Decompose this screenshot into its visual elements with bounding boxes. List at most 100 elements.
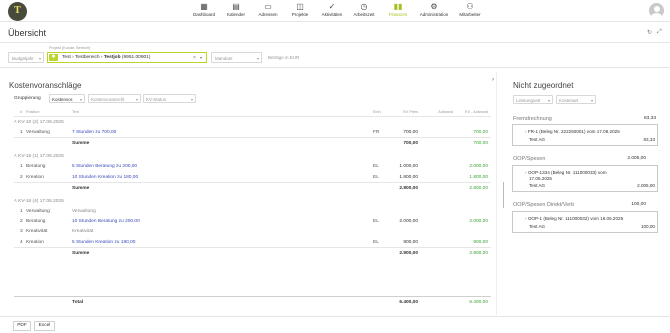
nav-dashboard[interactable]: ▦ Dashboard bbox=[186, 2, 222, 17]
nav-finanzen[interactable]: ▮▮ Finanzen bbox=[380, 2, 416, 17]
grouping-select-2[interactable]: Kostenvoranschl. ▾ bbox=[88, 94, 141, 103]
col-header-position: Position bbox=[26, 110, 40, 114]
service-type-select[interactable]: Leistungsart ▾ bbox=[513, 95, 553, 104]
grouping-select-3[interactable]: KV-Status ▾ bbox=[143, 94, 196, 103]
row-text-link[interactable]: 5 Stunden Beratung zu 200,00 bbox=[72, 164, 137, 169]
sum-price: 700,00 bbox=[403, 141, 418, 146]
entry-title: › OOP-1334 (Beleg Nr. 111000033) vom bbox=[525, 170, 607, 175]
row-position: Beratung bbox=[26, 219, 46, 224]
section-amount: 100,00 bbox=[631, 202, 646, 207]
gear-icon: ⚙ bbox=[430, 2, 438, 11]
divider bbox=[14, 182, 491, 183]
refresh-icon[interactable]: ↻ bbox=[647, 29, 652, 36]
unassigned-title: Nicht zugeordnet bbox=[513, 81, 574, 90]
crumb-separator: › bbox=[100, 55, 103, 60]
row-unit: EL bbox=[373, 219, 379, 224]
row-text-link[interactable]: 10 Stunden Kreation zu 180,00 bbox=[72, 175, 138, 180]
row-text-link[interactable]: 7 Stunden zu 700,00 bbox=[72, 130, 116, 135]
nav-aktivitaeten[interactable]: ✓ Aktivitäten bbox=[314, 2, 350, 17]
crumb-customer: Test bbox=[62, 55, 71, 60]
cost-type-select[interactable]: Kostenart ▾ bbox=[556, 95, 596, 104]
clock-icon: ◷ bbox=[360, 2, 368, 11]
top-navigation: T ▦ Dashboard ▤ Kalender ▭ Adressen ◫ Pr… bbox=[0, 0, 670, 22]
nav-projekte[interactable]: ◫ Projekte bbox=[282, 2, 318, 17]
nav-label: Administration bbox=[419, 12, 449, 17]
group-header[interactable]: ˄ KV-10 (2) 17.06.2025 bbox=[14, 120, 64, 125]
entry-customer: Test AG bbox=[529, 137, 546, 142]
entry-customer: Test AG bbox=[529, 224, 546, 229]
row-pos: 2 bbox=[20, 175, 23, 180]
section-title: OOP/Spesen Direkt/Verb bbox=[513, 202, 575, 208]
nav-administration[interactable]: ⚙ Administration bbox=[416, 2, 452, 17]
chevron-down-icon: ▾ bbox=[135, 96, 138, 102]
row-unit: FR bbox=[373, 130, 380, 135]
row-position: Kreation bbox=[26, 240, 44, 245]
section-amount: 83,33 bbox=[643, 116, 656, 121]
row-remaining: 1.800,00 bbox=[469, 175, 488, 180]
sum-remaining: 700,00 bbox=[473, 141, 488, 146]
row-text: Kreativität bbox=[72, 229, 94, 234]
nav-label: Aktivitäten bbox=[321, 12, 343, 17]
col-header-remaining: KV - Aufwand bbox=[464, 110, 488, 114]
col-header-text: Text bbox=[72, 110, 79, 114]
excel-button[interactable]: Excel bbox=[34, 321, 55, 331]
row-pos: 4 bbox=[20, 240, 23, 245]
row-pos: 3 bbox=[20, 229, 23, 234]
grouping-select[interactable]: Kostenvor. ▾ bbox=[49, 94, 85, 103]
row-position: Beratung bbox=[26, 164, 46, 169]
nav-arbeitszeit[interactable]: ◷ Arbeitszeit bbox=[346, 2, 382, 17]
entry-title: › FR-1 (Beleg Nr. 222250001) vom 17.06.2… bbox=[525, 129, 620, 134]
divider bbox=[14, 116, 491, 117]
grouping-3-value: KV-Status bbox=[146, 96, 167, 102]
nav-mitarbeiter[interactable]: ⚇ Mitarbeiter bbox=[452, 2, 488, 17]
sum-remaining: 2.800,00 bbox=[469, 186, 488, 191]
user-avatar[interactable] bbox=[649, 3, 664, 18]
row-price: 1.800,00 bbox=[399, 175, 418, 180]
row-text-link[interactable]: 5 Stunden Kreation zu 180,00 bbox=[72, 240, 135, 245]
nav-adressen[interactable]: ▭ Adressen bbox=[250, 2, 286, 17]
bar-chart-icon: ▮▮ bbox=[393, 2, 403, 11]
nav-label: Adressen bbox=[258, 12, 278, 17]
row-price: 1.000,00 bbox=[399, 164, 418, 169]
crumb-job: Testjob bbox=[103, 55, 121, 60]
entry-card[interactable]: › FR-1 (Beleg Nr. 222250001) vom 17.06.2… bbox=[512, 124, 658, 146]
row-position: Kreation bbox=[26, 175, 44, 180]
group-header[interactable]: ˄ KV-16 (4) 17.06.2025 bbox=[14, 199, 64, 204]
grouping-value: Kostenvor. bbox=[52, 96, 74, 102]
col-header-kv-price: KV Preis bbox=[403, 110, 418, 114]
total-remaining: 6.400,00 bbox=[469, 300, 488, 305]
entry-card[interactable]: › OOP-1334 (Beleg Nr. 111000033) vom 17.… bbox=[512, 165, 658, 192]
row-pos: 1 bbox=[20, 209, 23, 214]
row-remaining: 900,00 bbox=[473, 240, 488, 245]
nav-label: Projekte bbox=[291, 12, 309, 17]
clear-icon[interactable]: × bbox=[193, 55, 196, 61]
row-price: 2.000,00 bbox=[399, 219, 418, 224]
pin-icon[interactable]: ✱ bbox=[49, 54, 58, 61]
chevron-down-icon[interactable]: ▾ bbox=[200, 55, 202, 60]
calendar-icon: ▤ bbox=[232, 2, 240, 11]
address-card-icon: ▭ bbox=[264, 2, 272, 11]
mandant-select[interactable]: Mandant ▾ bbox=[211, 52, 262, 63]
budget-year-select[interactable]: Budgetjahr ▾ bbox=[8, 52, 44, 63]
project-select[interactable]: ✱ Test › Testbereich › Testjob (9951.009… bbox=[47, 52, 207, 63]
pdf-button[interactable]: PDF bbox=[13, 321, 31, 331]
projects-icon: ◫ bbox=[296, 2, 304, 11]
mandant-placeholder: Mandant bbox=[215, 55, 233, 61]
project-field-label: Projekt (Kunde, Bereich) bbox=[49, 46, 91, 50]
sum-price: 2.800,00 bbox=[399, 186, 418, 191]
row-text-link[interactable]: 10 Stunden Beratung zu 200,00 bbox=[72, 219, 140, 224]
col-header-unit: Einh. bbox=[373, 110, 382, 114]
crumb-separator: › bbox=[72, 55, 74, 60]
entry-amount: 2.005,00 bbox=[637, 183, 655, 188]
group-header[interactable]: ˄ KV-15 (1) 17.06.2025 bbox=[14, 154, 64, 159]
nav-kalender[interactable]: ▤ Kalender bbox=[218, 2, 254, 17]
app-logo[interactable]: T bbox=[8, 2, 27, 21]
expand-icon[interactable]: ⤢ bbox=[657, 29, 662, 36]
currency-note: Beträge in EUR bbox=[268, 55, 300, 60]
scrollbar[interactable] bbox=[503, 182, 504, 208]
crumb-job-id: (9951.00901) bbox=[121, 55, 151, 60]
entry-card[interactable]: › OOP-1 (Beleg Nr. 111000032) vom 16.06.… bbox=[512, 211, 658, 233]
dashboard-icon: ▦ bbox=[200, 2, 208, 11]
collapse-arrow-icon[interactable]: › bbox=[492, 77, 494, 83]
sum-label: Summe bbox=[72, 141, 90, 146]
